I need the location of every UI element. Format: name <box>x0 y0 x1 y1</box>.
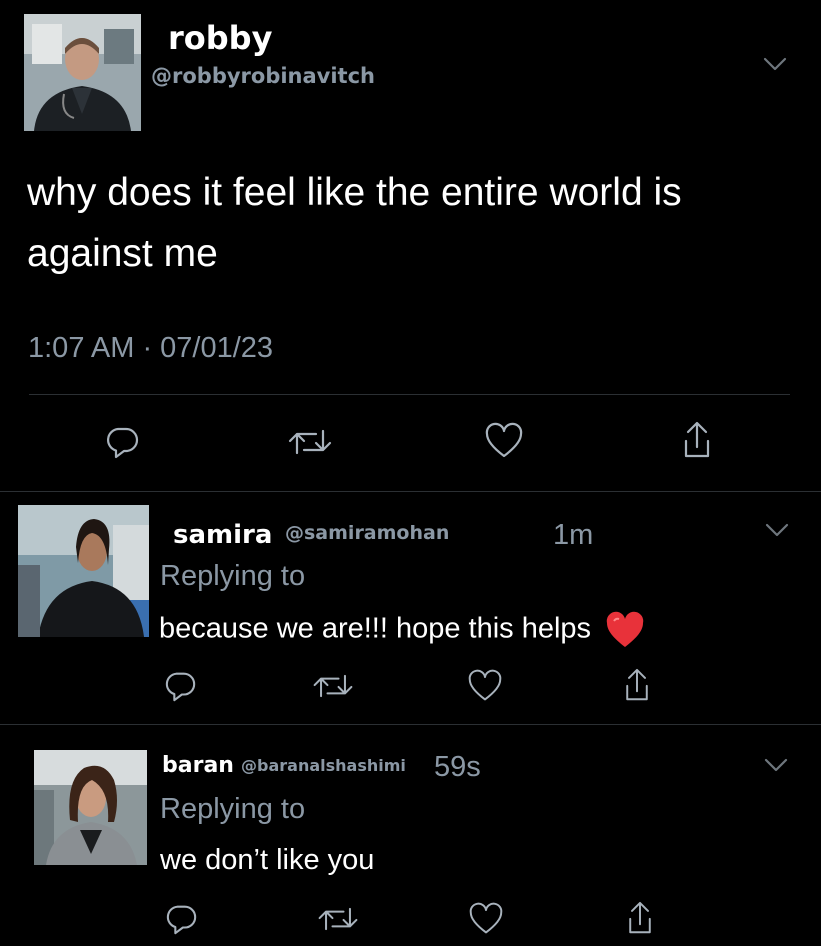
divider <box>0 491 821 492</box>
chevron-down-icon[interactable] <box>761 754 791 778</box>
display-name[interactable]: robby <box>168 19 272 57</box>
reply-text: because we are!!! hope this helps <box>159 611 645 649</box>
handle[interactable]: @robbyrobinavitch <box>151 64 375 88</box>
reply-icon[interactable] <box>101 422 143 462</box>
avatar-photo-icon <box>34 750 147 865</box>
tweet-text: why does it feel like the entire world i… <box>27 171 682 275</box>
like-icon[interactable] <box>482 420 526 462</box>
reply-text: we don’t like you <box>160 844 375 876</box>
share-icon[interactable] <box>621 897 659 939</box>
like-icon[interactable] <box>465 666 505 706</box>
avatar[interactable] <box>34 750 147 865</box>
retweet-icon[interactable] <box>282 422 338 462</box>
reply-icon[interactable] <box>160 667 200 705</box>
chevron-down-icon[interactable] <box>762 519 792 543</box>
display-name[interactable]: samira <box>173 520 272 550</box>
timestamp[interactable]: 1:07 AM · 07/01/23 <box>28 332 273 365</box>
avatar-photo-icon <box>24 14 141 131</box>
display-name[interactable]: baran <box>162 753 234 778</box>
avatar[interactable] <box>24 14 141 131</box>
retweet-icon[interactable] <box>308 667 358 705</box>
divider <box>29 394 790 395</box>
share-icon[interactable] <box>618 664 656 706</box>
avatar-photo-icon <box>18 505 149 637</box>
avatar[interactable] <box>18 505 149 637</box>
share-icon[interactable] <box>677 418 717 462</box>
reply-text-body: because we are!!! hope this helps <box>159 612 592 645</box>
replying-to-label: Replying to <box>160 560 306 592</box>
heart-emoji <box>605 611 645 649</box>
reply-time[interactable]: 59s <box>434 751 481 784</box>
chevron-down-icon[interactable] <box>760 53 790 77</box>
replying-to-label: Replying to <box>160 793 306 825</box>
handle[interactable]: @samiramohan <box>285 522 449 544</box>
retweet-icon[interactable] <box>313 900 363 938</box>
reply-time[interactable]: 1m <box>553 519 593 552</box>
handle[interactable]: @baranalshashimi <box>241 756 406 775</box>
like-icon[interactable] <box>466 899 506 939</box>
divider <box>0 724 821 725</box>
reply-icon[interactable] <box>161 900 201 938</box>
